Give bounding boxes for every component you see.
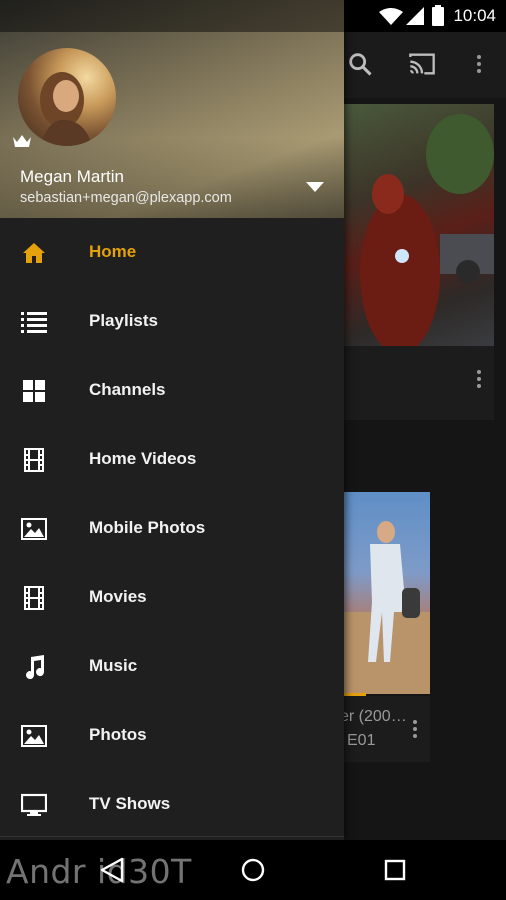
nav-item-tv-shows[interactable]: TV Shows (0, 770, 344, 839)
nav-item-label: Home (89, 242, 137, 261)
status-time: 10:04 (453, 6, 496, 25)
user-email: sebastian+megan@plexapp.com (20, 190, 232, 206)
film-icon (24, 448, 44, 472)
nav-item-music[interactable]: Music (0, 632, 344, 701)
battery-icon (432, 5, 444, 26)
account-dropdown-icon[interactable] (302, 176, 328, 196)
drawer-nav-list: Home Playlists Channels Home Videos Mobi… (0, 218, 344, 839)
music-note-icon (26, 655, 45, 680)
recents-icon[interactable] (379, 854, 411, 886)
grid-icon (23, 380, 45, 402)
card-menu-icon[interactable] (413, 720, 417, 738)
home-button-icon[interactable] (237, 854, 269, 886)
card-subtitle: E01 (347, 732, 376, 749)
avatar[interactable] (18, 48, 116, 146)
nav-item-label: Movies (89, 587, 147, 606)
status-bar-scrim (0, 0, 344, 32)
nav-item-channels[interactable]: Channels (0, 356, 344, 425)
nav-item-photos[interactable]: Photos (0, 701, 344, 770)
overflow-menu-icon[interactable] (477, 55, 481, 73)
nav-item-label: Channels (89, 380, 166, 399)
list-icon (21, 312, 47, 333)
home-icon (23, 243, 45, 263)
search-icon[interactable] (346, 50, 374, 78)
cast-icon[interactable] (408, 50, 436, 78)
film-icon (24, 586, 44, 610)
card-menu-icon[interactable] (477, 370, 481, 388)
poster-card-meta (340, 346, 494, 420)
nav-item-label: Photos (89, 725, 147, 744)
nav-item-playlists[interactable]: Playlists (0, 287, 344, 356)
image-icon (21, 725, 47, 747)
watermark-logo: Andr id30T (6, 852, 192, 891)
user-name: Megan Martin (20, 167, 124, 186)
nav-item-home[interactable]: Home (0, 218, 344, 287)
nav-item-mobile-photos[interactable]: Mobile Photos (0, 494, 344, 563)
cell-signal-icon (406, 7, 424, 25)
nav-item-home-videos[interactable]: Home Videos (0, 425, 344, 494)
avatar-image (40, 72, 92, 146)
poster-card[interactable] (340, 492, 430, 694)
nav-item-label: Mobile Photos (89, 518, 206, 537)
wifi-icon (379, 8, 403, 25)
poster-card[interactable] (340, 104, 494, 346)
image-icon (21, 518, 47, 540)
navigation-drawer: Megan Martin sebastian+megan@plexapp.com… (0, 0, 344, 840)
monitor-icon (21, 793, 47, 816)
nav-item-label: Music (89, 656, 138, 675)
crown-icon (13, 135, 31, 147)
card-title: er (200… (340, 708, 407, 725)
nav-item-label: TV Shows (89, 794, 171, 813)
nav-item-label: Playlists (89, 311, 158, 330)
nav-item-label: Home Videos (89, 449, 197, 468)
drawer-header[interactable]: Megan Martin sebastian+megan@plexapp.com (0, 0, 344, 218)
nav-item-movies[interactable]: Movies (0, 563, 344, 632)
divider (0, 836, 344, 837)
poster-image (360, 114, 494, 346)
poster-image (340, 521, 430, 694)
